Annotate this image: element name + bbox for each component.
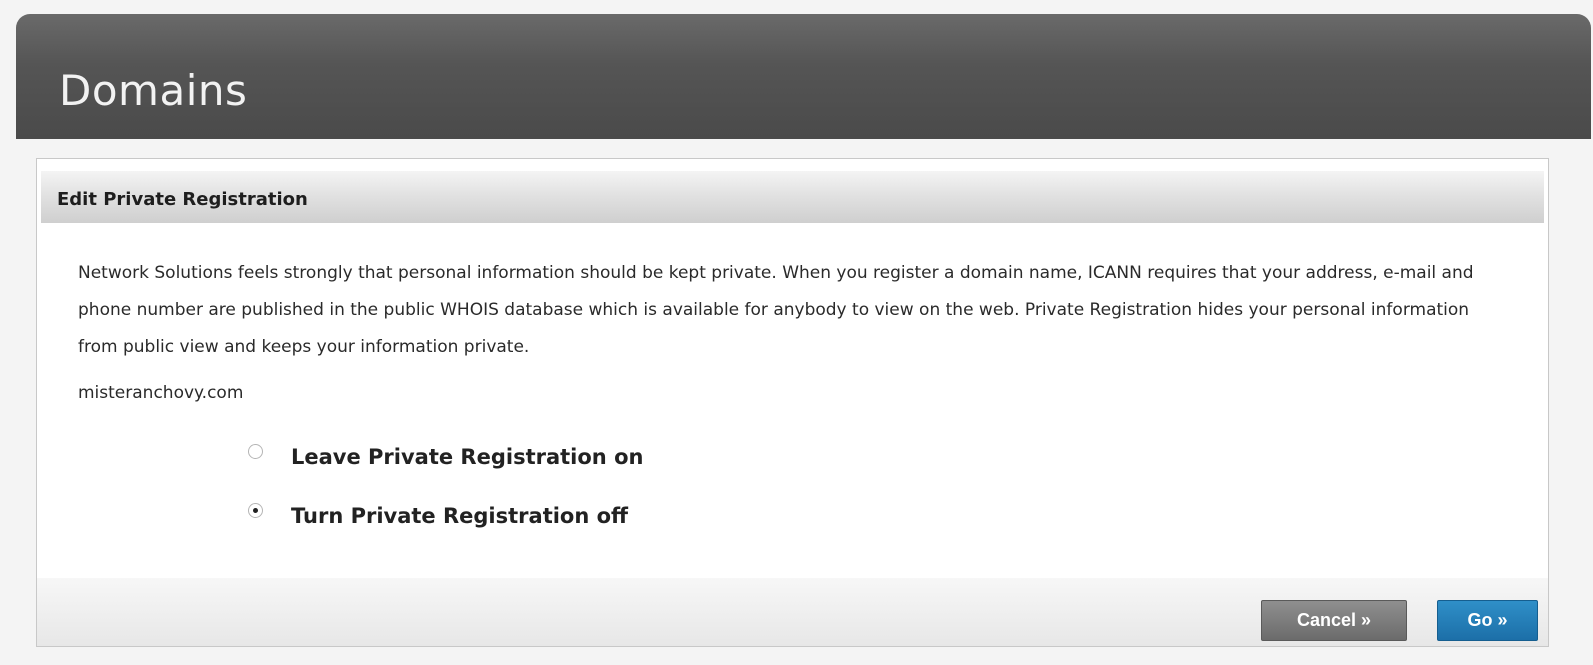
panel-title: Edit Private Registration [57, 189, 308, 210]
cancel-button[interactable]: Cancel » [1261, 600, 1407, 641]
radio-turn-off[interactable] [248, 502, 263, 518]
description-text: Network Solutions feels strongly that pe… [78, 263, 1474, 357]
option-leave-on[interactable]: Leave Private Registration on [248, 443, 643, 469]
domain-name: misteranchovy.com [78, 383, 244, 403]
option-turn-off[interactable]: Turn Private Registration off [248, 502, 628, 528]
edit-private-registration-panel: Edit Private Registration Network Soluti… [36, 158, 1549, 647]
page-title: Domains [59, 66, 248, 115]
radio-leave-on[interactable] [248, 443, 263, 459]
panel-footer: Cancel » Go » [37, 578, 1548, 646]
go-button[interactable]: Go » [1437, 600, 1538, 641]
page: Domains Edit Private Registration Networ… [0, 0, 1593, 665]
option-label-leave-on[interactable]: Leave Private Registration on [291, 445, 643, 469]
option-label-turn-off[interactable]: Turn Private Registration off [291, 504, 628, 528]
panel-header: Edit Private Registration [41, 171, 1544, 223]
page-header: Domains [16, 14, 1591, 139]
